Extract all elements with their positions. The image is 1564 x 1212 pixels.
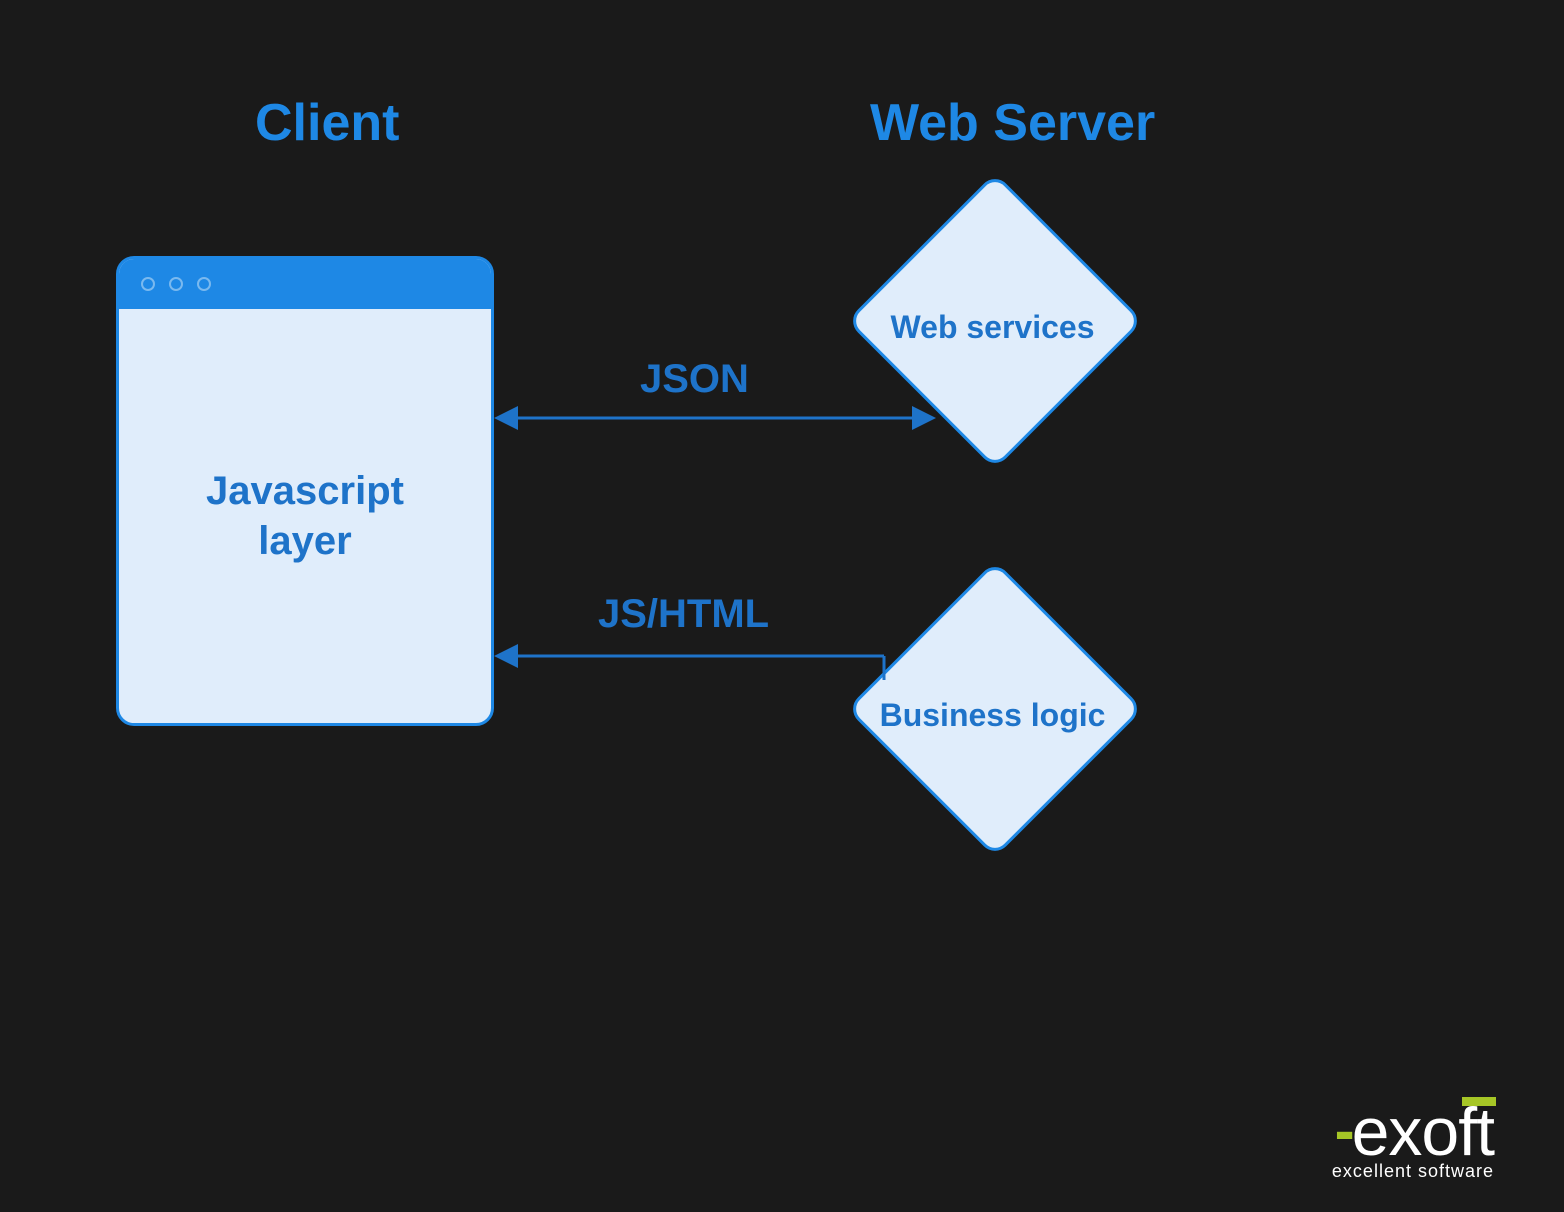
brand-tagline: excellent software: [1332, 1161, 1494, 1182]
logo-dash-icon: -: [1335, 1096, 1354, 1165]
web-services-label: Web services: [863, 309, 1123, 346]
json-label: JSON: [640, 357, 749, 402]
client-title: Client: [255, 93, 399, 153]
jshtml-label: JS/HTML: [598, 592, 769, 637]
client-browser-window: Javascript layer: [116, 256, 494, 726]
browser-titlebar: [119, 259, 491, 309]
brand-logo: -exoft excellent software: [1332, 1093, 1494, 1182]
server-title: Web Server: [870, 93, 1155, 153]
browser-body: Javascript layer: [119, 309, 491, 723]
window-dot-icon: [169, 277, 183, 291]
web-services-node: Web services: [847, 173, 1144, 470]
window-dot-icon: [141, 277, 155, 291]
javascript-layer-label-line1: Javascript: [206, 469, 404, 513]
brand-logo-main: -exoft: [1332, 1093, 1494, 1171]
window-dot-icon: [197, 277, 211, 291]
business-logic-node: Business logic: [847, 561, 1144, 858]
javascript-layer-label-line2: layer: [258, 519, 351, 563]
business-logic-label: Business logic: [863, 697, 1123, 734]
